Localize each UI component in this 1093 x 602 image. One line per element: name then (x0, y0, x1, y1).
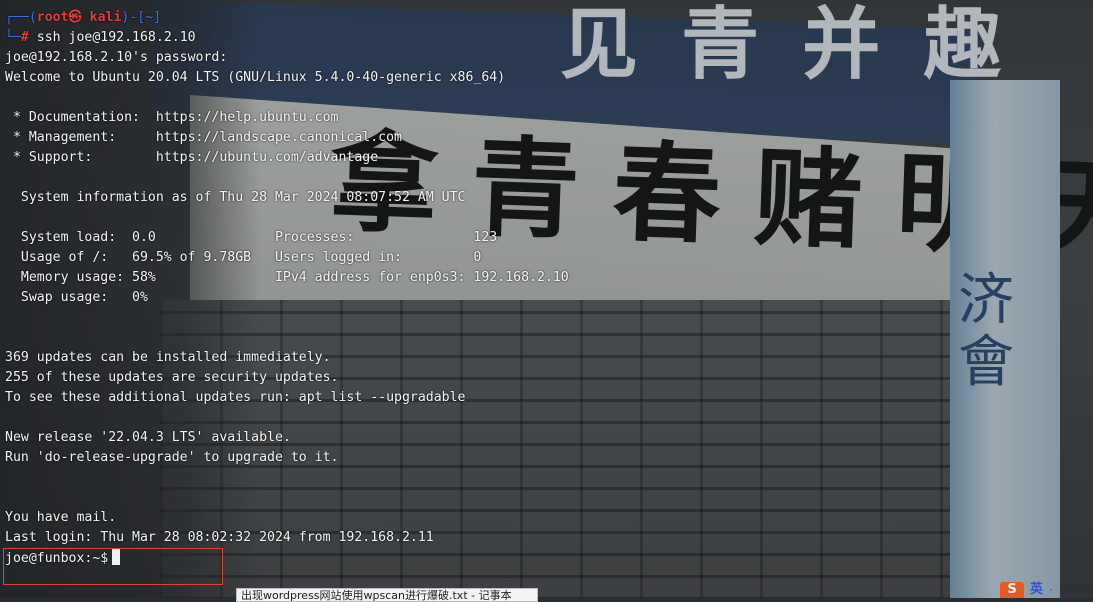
ime-language-toggle[interactable]: 英 (1030, 582, 1043, 598)
ime-more-icon[interactable]: · (1049, 582, 1053, 598)
prompt-frame-close: )-[~] (121, 10, 162, 25)
ime-indicator[interactable]: S 英 · (1000, 582, 1053, 598)
prompt-command-line: └─# ssh joe@192.168.2.10 (5, 28, 569, 48)
terminal-line: 255 of these updates are security update… (5, 370, 339, 385)
terminal-line: Memory usage: 58% IPv4 address for enp0s… (5, 270, 569, 285)
terminal-line: * Management: https://landscape.canonica… (5, 130, 402, 145)
terminal-line: Swap usage: 0% (5, 290, 148, 305)
prompt-branch: └─ (5, 30, 21, 45)
terminal-line: Usage of /: 69.5% of 9.78GB Users logged… (5, 250, 482, 265)
terminal-line: joe@192.168.2.10's password: (5, 50, 228, 65)
terminal-line: * Documentation: https://help.ubuntu.com (5, 110, 339, 125)
terminal-line: Run 'do-release-upgrade' to upgrade to i… (5, 450, 339, 465)
sogou-ime-icon[interactable]: S (1000, 582, 1024, 598)
terminal-line: System information as of Thu 28 Mar 2024… (5, 190, 466, 205)
terminal-line: System load: 0.0 Processes: 123 (5, 230, 498, 245)
highlight-box (3, 548, 223, 585)
terminal-line: 369 updates can be installed immediately… (5, 350, 331, 365)
terminal-line: You have mail. (5, 510, 117, 525)
terminal-output[interactable]: ┌──(root㉿ kali)-[~] └─# ssh joe@192.168.… (5, 8, 569, 568)
terminal-line: Last login: Thu Mar 28 08:02:32 2024 fro… (5, 530, 434, 545)
ssh-command: ssh joe@192.168.2.10 (28, 30, 196, 45)
terminal-line: New release '22.04.3 LTS' available. (5, 430, 291, 445)
terminal-line: * Support: https://ubuntu.com/advantage (5, 150, 379, 165)
prompt-frame-open: ┌──( (5, 10, 37, 25)
prompt-header-line: ┌──(root㉿ kali)-[~] (5, 8, 569, 28)
prompt-user-host: root㉿ kali (36, 10, 122, 25)
terminal-line: Welcome to Ubuntu 20.04 LTS (GNU/Linux 5… (5, 70, 506, 85)
prompt-root-symbol: # (20, 30, 29, 45)
taskbar-tooltip: 出现wordpress网站使用wpscan进行爆破.txt - 记事本 (236, 588, 538, 602)
terminal-line: To see these additional updates run: apt… (5, 390, 466, 405)
